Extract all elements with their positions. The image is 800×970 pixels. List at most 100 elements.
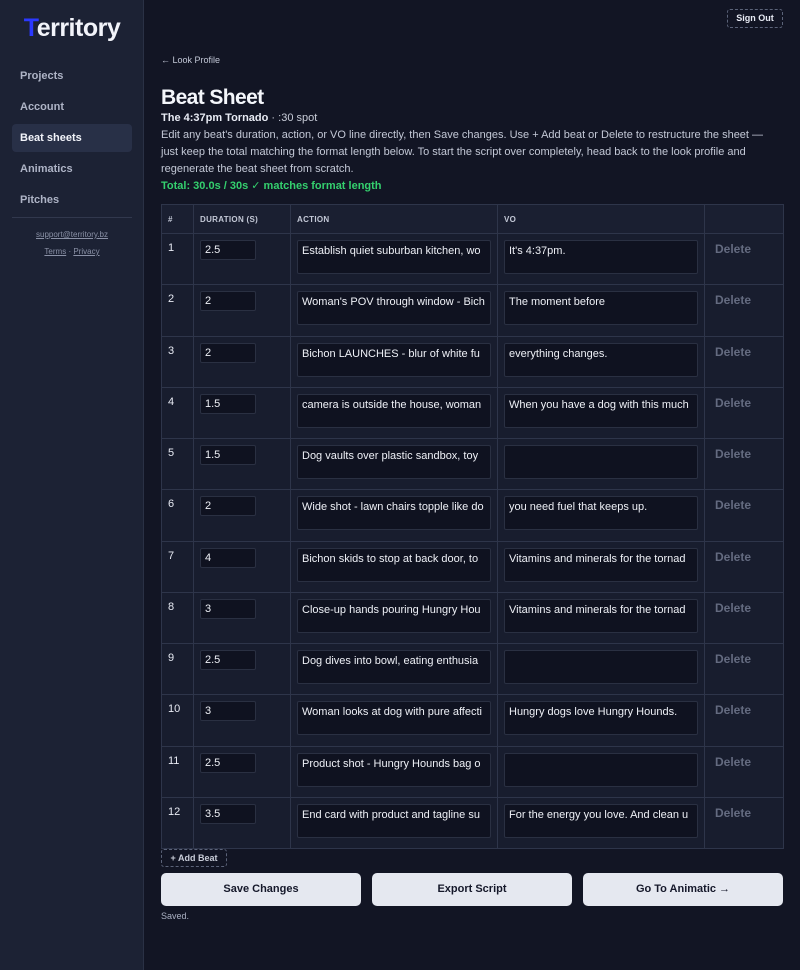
action-cell: Dog dives into bowl, eating enthusia — [290, 642, 498, 696]
beat-action-input[interactable]: Bichon skids to stop at back door, to — [297, 547, 491, 582]
beat-vo-input[interactable] — [504, 650, 698, 684]
logo-initial: T — [23, 14, 37, 42]
beat-duration-input[interactable] — [200, 291, 256, 312]
beat-number: 4 — [161, 386, 194, 440]
delete-beat-button[interactable]: Delete — [715, 755, 751, 769]
beat-duration-input[interactable] — [200, 393, 256, 414]
column-header-number: # — [161, 204, 194, 234]
beat-duration-input[interactable] — [200, 547, 256, 568]
beat-action-input[interactable]: camera is outside the house, woman — [297, 393, 491, 428]
beat-vo-input[interactable]: you need fuel that keeps up. — [504, 496, 698, 531]
total-duration-status: Total: 30.0s / 30s ✓ matches format leng… — [161, 180, 382, 192]
duration-cell — [193, 489, 291, 542]
duration-cell — [193, 437, 291, 491]
beat-action-input[interactable]: Dog vaults over plastic sandbox, toy — [297, 445, 491, 479]
vo-cell: The moment before — [497, 284, 705, 337]
beat-action-input[interactable]: Bichon LAUNCHES - blur of white fu — [297, 342, 491, 377]
delete-beat-button[interactable]: Delete — [715, 345, 751, 359]
beat-vo-input[interactable] — [504, 445, 698, 479]
vo-cell — [497, 642, 705, 696]
beat-action-input[interactable]: Close-up hands pouring Hungry Hou — [297, 598, 491, 633]
beat-duration-input[interactable] — [200, 752, 256, 773]
delete-beat-button[interactable]: Delete — [715, 550, 751, 564]
beat-number: 9 — [161, 642, 194, 696]
beat-duration-input[interactable] — [200, 803, 256, 824]
beat-number: 2 — [161, 284, 194, 337]
delete-beat-button[interactable]: Delete — [715, 396, 751, 410]
delete-cell: Delete — [704, 540, 784, 593]
beat-vo-input[interactable]: Vitamins and minerals for the tornad — [504, 598, 698, 633]
beat-vo-input[interactable]: Vitamins and minerals for the tornad — [504, 547, 698, 582]
sign-out-button[interactable]: Sign Out — [727, 9, 783, 28]
delete-beat-button[interactable]: Delete — [715, 652, 751, 666]
beat-vo-input[interactable]: When you have a dog with this much — [504, 393, 698, 428]
delete-beat-button[interactable]: Delete — [715, 293, 751, 307]
delete-beat-button[interactable]: Delete — [715, 447, 751, 461]
vo-cell: Vitamins and minerals for the tornad — [497, 540, 705, 593]
beat-action-input[interactable]: Woman looks at dog with pure affecti — [297, 701, 491, 736]
beat-duration-input[interactable] — [200, 342, 256, 363]
privacy-link[interactable]: Privacy — [73, 247, 99, 256]
beat-number: 10 — [161, 694, 194, 747]
beat-action-input[interactable]: Woman's POV through window - Bich — [297, 291, 491, 326]
vo-cell: Hungry dogs love Hungry Hounds. — [497, 694, 705, 747]
page-title: Beat Sheet — [161, 86, 264, 109]
sidebar-item-pitches[interactable]: Pitches — [12, 186, 132, 214]
support-email-link[interactable]: support@territory.bz — [0, 230, 144, 239]
beat-action-input[interactable]: Product shot - Hungry Hounds bag o — [297, 752, 491, 787]
table-row: 7 Bichon skids to stop at back door, to Vi… — [161, 540, 784, 593]
duration-cell — [193, 284, 291, 337]
delete-beat-button[interactable]: Delete — [715, 806, 751, 820]
beat-vo-input[interactable]: The moment before — [504, 291, 698, 326]
action-cell: End card with product and tagline su — [290, 796, 498, 850]
beat-action-input[interactable]: Establish quiet suburban kitchen, wo — [297, 240, 491, 274]
export-script-button[interactable]: Export Script — [372, 873, 572, 906]
delete-beat-button[interactable]: Delete — [715, 242, 751, 256]
save-changes-button[interactable]: Save Changes — [161, 873, 361, 906]
beat-duration-input[interactable] — [200, 650, 256, 670]
table-row: 9 Dog dives into bowl, eating enthusia Del… — [161, 642, 784, 696]
beat-vo-input[interactable]: Hungry dogs love Hungry Hounds. — [504, 701, 698, 736]
legal-separator: · — [68, 247, 72, 256]
logo[interactable]: Territory — [0, 14, 144, 43]
beat-action-input[interactable]: Wide shot - lawn chairs topple like do — [297, 496, 491, 531]
beat-vo-input[interactable] — [504, 752, 698, 787]
delete-cell: Delete — [704, 694, 784, 747]
sidebar-item-animatics[interactable]: Animatics — [12, 155, 132, 183]
beat-duration-input[interactable] — [200, 701, 256, 722]
vo-cell — [497, 437, 705, 491]
delete-beat-button[interactable]: Delete — [715, 498, 751, 512]
delete-cell: Delete — [704, 796, 784, 850]
beat-action-input[interactable]: End card with product and tagline su — [297, 803, 491, 838]
beat-number: 11 — [161, 745, 194, 798]
beat-number: 12 — [161, 796, 194, 850]
table-row: 2 Woman's POV through window - Bich The mo… — [161, 284, 784, 337]
beat-duration-input[interactable] — [200, 240, 256, 260]
beat-vo-input[interactable]: It's 4:37pm. — [504, 240, 698, 274]
column-header-duration: DURATION (S) — [193, 204, 291, 234]
beat-duration-input[interactable] — [200, 496, 256, 517]
action-cell: Woman's POV through window - Bich — [290, 284, 498, 337]
sidebar-item-beat-sheets[interactable]: Beat sheets — [12, 124, 132, 152]
back-to-look-profile-link[interactable]: ← Look Profile — [161, 55, 220, 65]
delete-cell: Delete — [704, 489, 784, 542]
delete-beat-button[interactable]: Delete — [715, 601, 751, 615]
add-beat-button[interactable]: + Add Beat — [161, 849, 227, 867]
terms-link[interactable]: Terms — [44, 247, 66, 256]
beat-vo-input[interactable]: everything changes. — [504, 342, 698, 377]
beat-duration-input[interactable] — [200, 598, 256, 619]
sidebar-item-projects[interactable]: Projects — [12, 62, 132, 90]
beat-vo-input[interactable]: For the energy you love. And clean u — [504, 803, 698, 838]
beat-duration-input[interactable] — [200, 445, 256, 465]
spot-subtitle: The 4:37pm Tornado · :30 spot — [161, 112, 317, 124]
beat-rows: 1 Establish quiet suburban kitchen, wo It'… — [161, 232, 784, 850]
save-status: Saved. — [161, 911, 190, 921]
beat-action-input[interactable]: Dog dives into bowl, eating enthusia — [297, 650, 491, 684]
delete-cell: Delete — [704, 591, 784, 645]
table-row: 8 Close-up hands pouring Hungry Hou Vitami… — [161, 591, 784, 645]
beat-table: # DURATION (S) ACTION VO 1 Establish quie… — [161, 204, 784, 850]
column-header-vo: VO — [497, 204, 705, 234]
delete-beat-button[interactable]: Delete — [715, 703, 751, 717]
go-to-animatic-button[interactable]: Go To Animatic → — [583, 873, 783, 906]
sidebar-item-account[interactable]: Account — [12, 93, 132, 121]
